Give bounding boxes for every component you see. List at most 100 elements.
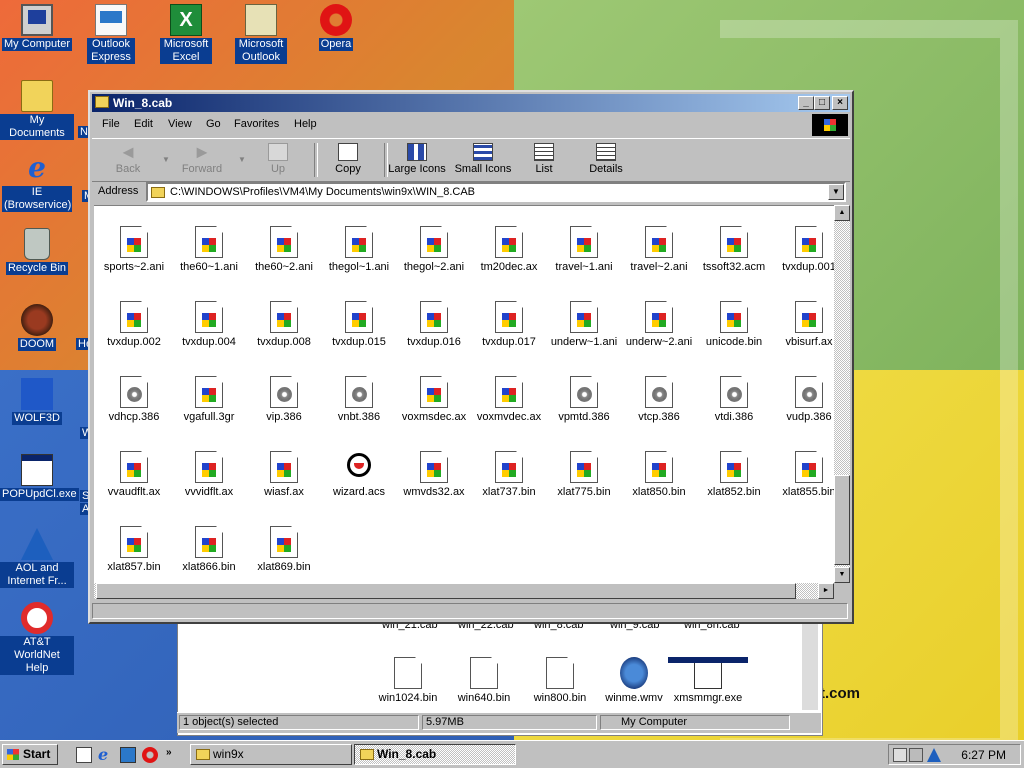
desktop-icon-opera[interactable]: Opera (299, 4, 373, 51)
forward-dropdown-icon[interactable]: ▼ (238, 155, 246, 164)
ie-quicklaunch-icon[interactable]: e (98, 747, 114, 763)
file-item[interactable]: xlat775.bin (544, 451, 624, 498)
desktop-icon-ie[interactable]: e IE (Browservice) (0, 152, 74, 212)
vertical-scrollbar[interactable]: ▲ ▼ (834, 205, 850, 583)
menu-favorites[interactable]: Favorites (234, 118, 279, 130)
file-item[interactable]: voxmsdec.ax (394, 376, 474, 423)
quicklaunch-more-icon[interactable]: » (166, 747, 182, 763)
file-item[interactable]: vpmtd.386 (544, 376, 624, 423)
file-item[interactable]: win640.bin (444, 657, 524, 704)
file-item[interactable]: tvxdup.015 (319, 301, 399, 348)
small-icons-button[interactable]: Small Icons (450, 141, 516, 179)
tray-volume-icon[interactable] (909, 748, 923, 762)
file-item[interactable]: vgafull.3gr (169, 376, 249, 423)
file-item[interactable]: sports~2.ani (94, 226, 174, 273)
tray-aol-icon[interactable] (927, 748, 941, 762)
file-item[interactable]: tm20dec.ax (469, 226, 549, 273)
menu-view[interactable]: View (168, 118, 192, 130)
back-dropdown-icon[interactable]: ▼ (162, 155, 170, 164)
menu-file[interactable]: File (102, 118, 120, 130)
desktop-icon-wolf3d[interactable]: WOLF3D (0, 378, 74, 425)
details-button[interactable]: Details (574, 141, 638, 179)
close-button[interactable]: × (832, 96, 848, 110)
start-button[interactable]: Start (2, 744, 58, 765)
menu-help[interactable]: Help (294, 118, 317, 130)
task-button-win-8-cab[interactable]: Win_8.cab (354, 744, 516, 765)
maximize-button[interactable]: □ (814, 96, 830, 110)
desktop-icon-outlook[interactable]: Microsoft Outlook (224, 4, 298, 64)
file-item[interactable]: underw~2.ani (619, 301, 699, 348)
file-item[interactable]: win1024.bin (368, 657, 448, 704)
menu-edit[interactable]: Edit (134, 118, 153, 130)
file-item[interactable]: the60~2.ani (244, 226, 324, 273)
desktop-icon-my-computer[interactable]: My Computer (0, 4, 74, 51)
file-item[interactable]: the60~1.ani (169, 226, 249, 273)
desktop-icon-my-documents[interactable]: My Documents (0, 80, 74, 140)
scroll-thumb[interactable] (834, 475, 850, 565)
desktop-icon-doom[interactable]: DOOM (0, 304, 74, 351)
outlook-express-quicklaunch-icon[interactable] (120, 747, 136, 763)
file-item[interactable]: xlat857.bin (94, 526, 174, 573)
file-item[interactable]: xlat852.bin (694, 451, 774, 498)
file-item[interactable]: tvxdup.002 (94, 301, 174, 348)
file-item[interactable]: tvxdup.004 (169, 301, 249, 348)
file-item[interactable]: vtcp.386 (619, 376, 699, 423)
minimize-button[interactable]: _ (798, 96, 814, 110)
file-item[interactable]: tvxdup.001 (769, 226, 834, 273)
scroll-right-button[interactable]: ► (818, 583, 834, 599)
file-item[interactable]: xlat869.bin (244, 526, 324, 573)
menu-go[interactable]: Go (206, 118, 221, 130)
file-item[interactable]: vvvidflt.ax (169, 451, 249, 498)
tray-network-icon[interactable] (893, 748, 907, 762)
scroll-down-button[interactable]: ▼ (834, 567, 850, 583)
file-item[interactable]: vnbt.386 (319, 376, 399, 423)
file-item[interactable]: wiasf.ax (244, 451, 324, 498)
scroll-up-button[interactable]: ▲ (834, 205, 850, 221)
large-icons-button[interactable]: Large Icons (384, 141, 450, 179)
desktop-icon-popupdcl[interactable]: POPUpdCl.exe (0, 454, 79, 501)
file-item[interactable]: xlat866.bin (169, 526, 249, 573)
file-item[interactable]: underw~1.ani (544, 301, 624, 348)
file-item[interactable]: thegol~2.ani (394, 226, 474, 273)
file-item[interactable]: vvaudflt.ax (94, 451, 174, 498)
file-item[interactable]: vbisurf.ax (769, 301, 834, 348)
file-item[interactable]: vdhcp.386 (94, 376, 174, 423)
list-button[interactable]: List (512, 141, 576, 179)
file-item[interactable]: tvxdup.016 (394, 301, 474, 348)
address-input[interactable]: C:\WINDOWS\Profiles\VM4\My Documents\win… (146, 182, 846, 202)
file-list[interactable]: sports~2.ani the60~1.ani the60~2.ani thegol… (94, 205, 834, 584)
background-window-scrollbar[interactable] (802, 610, 818, 710)
file-item[interactable]: wizard.acs (319, 451, 399, 498)
copy-button[interactable]: Copy (316, 141, 380, 179)
file-item[interactable]: vudp.386 (769, 376, 834, 423)
file-item[interactable]: thegol~1.ani (319, 226, 399, 273)
file-item[interactable]: wmvds32.ax (394, 451, 474, 498)
file-item[interactable]: travel~2.ani (619, 226, 699, 273)
file-item[interactable]: vtdi.386 (694, 376, 774, 423)
file-item[interactable]: vip.386 (244, 376, 324, 423)
back-button[interactable]: ◄ Back (96, 141, 160, 179)
desktop-icon-outlook-express[interactable]: Outlook Express (74, 4, 148, 64)
horizontal-scrollbar[interactable]: ► (94, 583, 834, 599)
file-item[interactable]: voxmvdec.ax (469, 376, 549, 423)
file-item[interactable]: tssoft32.acm (694, 226, 774, 273)
desktop-icon-att[interactable]: AT&T WorldNet Help (0, 602, 74, 675)
opera-quicklaunch-icon[interactable] (142, 747, 158, 763)
file-item[interactable]: xmsmmgr.exe (668, 657, 748, 704)
desktop-icon-excel[interactable]: X Microsoft Excel (149, 4, 223, 64)
file-item[interactable]: travel~1.ani (544, 226, 624, 273)
desktop-icon-aol[interactable]: AOL and Internet Fr... (0, 528, 74, 588)
address-dropdown-icon[interactable]: ▼ (828, 184, 844, 200)
forward-button[interactable]: ► Forward (170, 141, 234, 179)
up-button[interactable]: Up (246, 141, 310, 179)
task-button-win9x[interactable]: win9x (190, 744, 352, 765)
horizontal-scroll-thumb[interactable] (96, 583, 796, 599)
file-item[interactable]: tvxdup.017 (469, 301, 549, 348)
file-item[interactable]: xlat737.bin (469, 451, 549, 498)
file-item[interactable]: winme.wmv (594, 657, 674, 704)
title-bar[interactable]: Win_8.cab _ □ × (92, 94, 850, 112)
file-item[interactable]: xlat855.bin (769, 451, 834, 498)
file-item[interactable]: unicode.bin (694, 301, 774, 348)
explorer-window[interactable]: Win_8.cab _ □ × File Edit View Go Favori… (88, 90, 854, 624)
desktop-icon-recycle-bin[interactable]: Recycle Bin (0, 228, 74, 275)
